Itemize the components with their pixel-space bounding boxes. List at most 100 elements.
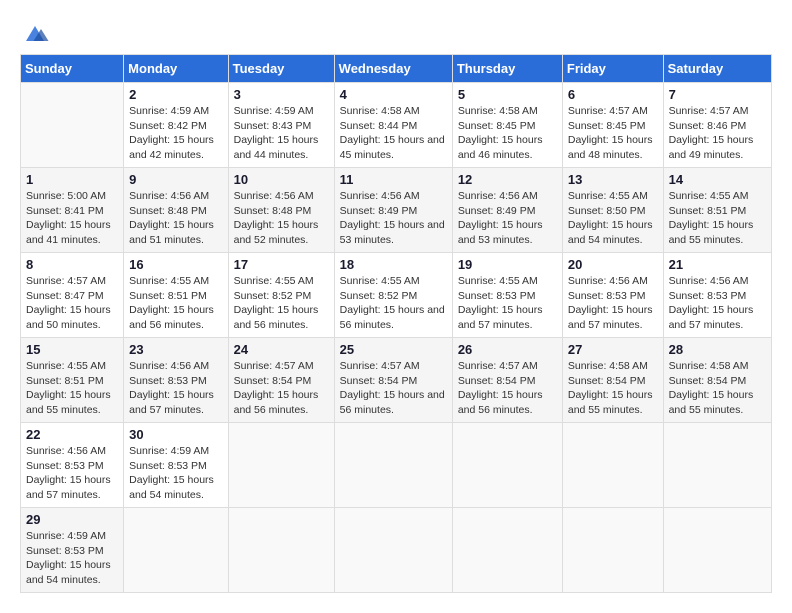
day-info: Sunrise: 4:59 AMSunset: 8:42 PMDaylight:… [129,104,222,163]
day-number: 13 [568,172,658,187]
calendar-week-row: 15 Sunrise: 4:55 AMSunset: 8:51 PMDaylig… [21,338,772,423]
day-number: 18 [340,257,447,272]
day-info: Sunrise: 4:56 AMSunset: 8:53 PMDaylight:… [568,274,658,333]
day-number: 3 [234,87,329,102]
day-number: 10 [234,172,329,187]
day-info: Sunrise: 4:55 AMSunset: 8:52 PMDaylight:… [340,274,447,333]
table-row: 28 Sunrise: 4:58 AMSunset: 8:54 PMDaylig… [663,338,771,423]
day-number: 12 [458,172,557,187]
day-info: Sunrise: 4:58 AMSunset: 8:54 PMDaylight:… [568,359,658,418]
day-number: 28 [669,342,766,357]
day-number: 22 [26,427,118,442]
table-row: 30 Sunrise: 4:59 AMSunset: 8:53 PMDaylig… [124,423,228,508]
day-number: 9 [129,172,222,187]
day-number: 27 [568,342,658,357]
table-row: 23 Sunrise: 4:56 AMSunset: 8:53 PMDaylig… [124,338,228,423]
logo-icon [20,20,50,44]
table-row: 13 Sunrise: 4:55 AMSunset: 8:50 PMDaylig… [562,168,663,253]
table-row [663,423,771,508]
day-info: Sunrise: 4:56 AMSunset: 8:48 PMDaylight:… [234,189,329,248]
table-row [124,508,228,593]
table-row: 2 Sunrise: 4:59 AMSunset: 8:42 PMDayligh… [124,83,228,168]
day-info: Sunrise: 4:56 AMSunset: 8:49 PMDaylight:… [458,189,557,248]
header-friday: Friday [562,55,663,83]
header-monday: Monday [124,55,228,83]
table-row [663,508,771,593]
day-info: Sunrise: 4:55 AMSunset: 8:51 PMDaylight:… [669,189,766,248]
day-info: Sunrise: 4:55 AMSunset: 8:51 PMDaylight:… [26,359,118,418]
day-info: Sunrise: 4:57 AMSunset: 8:54 PMDaylight:… [458,359,557,418]
table-row: 29 Sunrise: 4:59 AMSunset: 8:53 PMDaylig… [21,508,124,593]
table-row: 24 Sunrise: 4:57 AMSunset: 8:54 PMDaylig… [228,338,334,423]
table-row: 27 Sunrise: 4:58 AMSunset: 8:54 PMDaylig… [562,338,663,423]
table-row: 20 Sunrise: 4:56 AMSunset: 8:53 PMDaylig… [562,253,663,338]
table-row: 5 Sunrise: 4:58 AMSunset: 8:45 PMDayligh… [452,83,562,168]
day-number: 30 [129,427,222,442]
table-row: 3 Sunrise: 4:59 AMSunset: 8:43 PMDayligh… [228,83,334,168]
day-info: Sunrise: 4:55 AMSunset: 8:52 PMDaylight:… [234,274,329,333]
day-number: 4 [340,87,447,102]
table-row [452,423,562,508]
table-row: 22 Sunrise: 4:56 AMSunset: 8:53 PMDaylig… [21,423,124,508]
table-row: 16 Sunrise: 4:55 AMSunset: 8:51 PMDaylig… [124,253,228,338]
day-info: Sunrise: 4:55 AMSunset: 8:51 PMDaylight:… [129,274,222,333]
day-number: 17 [234,257,329,272]
day-info: Sunrise: 4:57 AMSunset: 8:54 PMDaylight:… [234,359,329,418]
table-row [562,508,663,593]
day-info: Sunrise: 4:55 AMSunset: 8:50 PMDaylight:… [568,189,658,248]
calendar-week-row: 1 Sunrise: 5:00 AMSunset: 8:41 PMDayligh… [21,168,772,253]
day-info: Sunrise: 4:56 AMSunset: 8:49 PMDaylight:… [340,189,447,248]
table-row: 9 Sunrise: 4:56 AMSunset: 8:48 PMDayligh… [124,168,228,253]
day-number: 16 [129,257,222,272]
day-info: Sunrise: 4:56 AMSunset: 8:53 PMDaylight:… [669,274,766,333]
day-number: 5 [458,87,557,102]
day-number: 21 [669,257,766,272]
table-row: 26 Sunrise: 4:57 AMSunset: 8:54 PMDaylig… [452,338,562,423]
day-number: 2 [129,87,222,102]
table-row: 7 Sunrise: 4:57 AMSunset: 8:46 PMDayligh… [663,83,771,168]
table-row: 1 Sunrise: 5:00 AMSunset: 8:41 PMDayligh… [21,168,124,253]
day-number: 6 [568,87,658,102]
table-row: 19 Sunrise: 4:55 AMSunset: 8:53 PMDaylig… [452,253,562,338]
header-wednesday: Wednesday [334,55,452,83]
logo [20,20,54,44]
day-number: 26 [458,342,557,357]
table-row [228,508,334,593]
day-number: 7 [669,87,766,102]
day-info: Sunrise: 4:57 AMSunset: 8:45 PMDaylight:… [568,104,658,163]
table-row: 15 Sunrise: 4:55 AMSunset: 8:51 PMDaylig… [21,338,124,423]
table-row [334,423,452,508]
table-row: 14 Sunrise: 4:55 AMSunset: 8:51 PMDaylig… [663,168,771,253]
day-number: 23 [129,342,222,357]
day-info: Sunrise: 4:56 AMSunset: 8:53 PMDaylight:… [129,359,222,418]
day-number: 11 [340,172,447,187]
day-number: 1 [26,172,118,187]
day-number: 24 [234,342,329,357]
calendar-week-row: 22 Sunrise: 4:56 AMSunset: 8:53 PMDaylig… [21,423,772,508]
day-info: Sunrise: 4:56 AMSunset: 8:48 PMDaylight:… [129,189,222,248]
calendar-week-row: 29 Sunrise: 4:59 AMSunset: 8:53 PMDaylig… [21,508,772,593]
day-info: Sunrise: 4:58 AMSunset: 8:54 PMDaylight:… [669,359,766,418]
table-row [562,423,663,508]
table-row [334,508,452,593]
day-info: Sunrise: 4:57 AMSunset: 8:47 PMDaylight:… [26,274,118,333]
table-row [21,83,124,168]
day-info: Sunrise: 4:59 AMSunset: 8:43 PMDaylight:… [234,104,329,163]
calendar-header-row: Sunday Monday Tuesday Wednesday Thursday… [21,55,772,83]
day-info: Sunrise: 4:57 AMSunset: 8:54 PMDaylight:… [340,359,447,418]
day-number: 15 [26,342,118,357]
day-info: Sunrise: 4:58 AMSunset: 8:44 PMDaylight:… [340,104,447,163]
day-info: Sunrise: 5:00 AMSunset: 8:41 PMDaylight:… [26,189,118,248]
calendar-week-row: 2 Sunrise: 4:59 AMSunset: 8:42 PMDayligh… [21,83,772,168]
table-row: 18 Sunrise: 4:55 AMSunset: 8:52 PMDaylig… [334,253,452,338]
table-row: 11 Sunrise: 4:56 AMSunset: 8:49 PMDaylig… [334,168,452,253]
day-info: Sunrise: 4:55 AMSunset: 8:53 PMDaylight:… [458,274,557,333]
header-saturday: Saturday [663,55,771,83]
day-number: 29 [26,512,118,527]
calendar-week-row: 8 Sunrise: 4:57 AMSunset: 8:47 PMDayligh… [21,253,772,338]
day-number: 19 [458,257,557,272]
table-row: 10 Sunrise: 4:56 AMSunset: 8:48 PMDaylig… [228,168,334,253]
day-info: Sunrise: 4:58 AMSunset: 8:45 PMDaylight:… [458,104,557,163]
day-info: Sunrise: 4:59 AMSunset: 8:53 PMDaylight:… [26,529,118,588]
calendar: Sunday Monday Tuesday Wednesday Thursday… [20,54,772,593]
